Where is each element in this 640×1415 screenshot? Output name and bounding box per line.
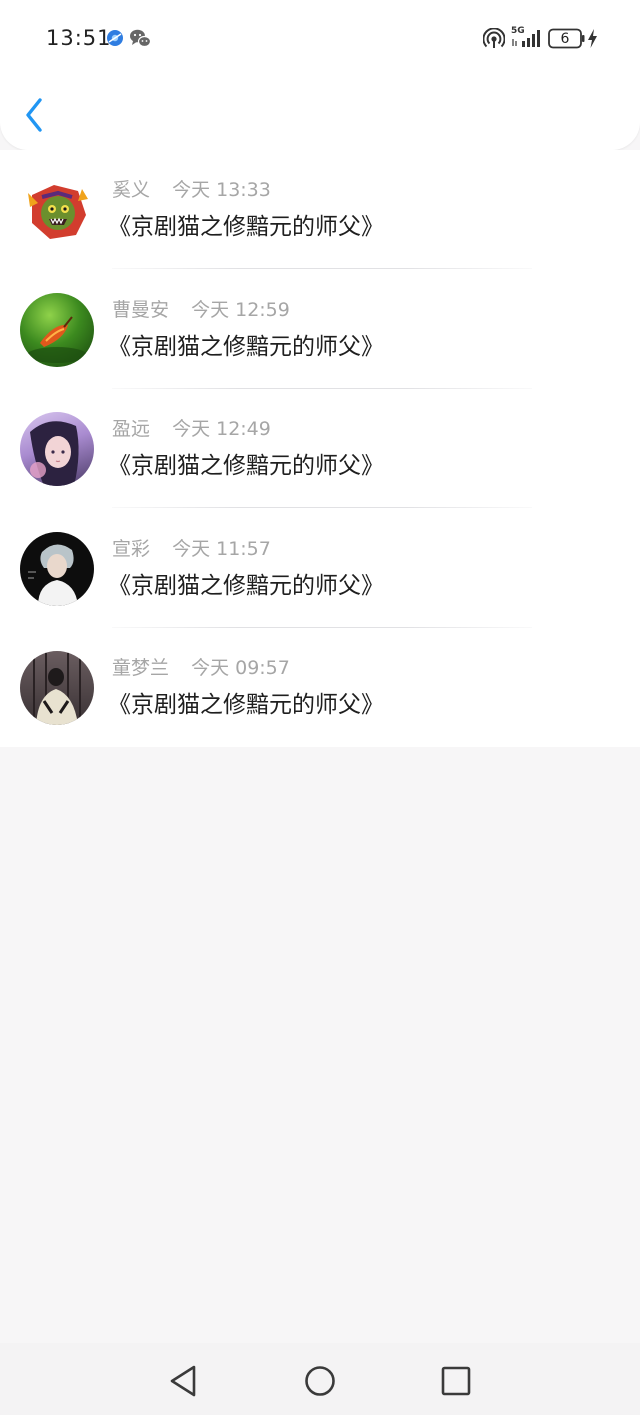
green-nature-avatar[interactable] <box>20 293 94 367</box>
back-button[interactable] <box>18 94 54 136</box>
person-photo-avatar[interactable] <box>20 532 94 606</box>
comment-text: 《京剧猫之修黯元的师父》 <box>108 453 384 479</box>
comment-time: 今天 12:59 <box>191 299 290 321</box>
comment-meta: 奚义 今天 13:33 <box>112 177 271 203</box>
comment-time: 今天 12:49 <box>172 418 271 440</box>
charging-icon <box>588 29 597 48</box>
wechat-icon <box>130 29 152 48</box>
comment-text: 《京剧猫之修黯元的师父》 <box>108 214 384 240</box>
recents-square-icon[interactable] <box>434 1361 478 1401</box>
divider <box>112 507 532 508</box>
list-item[interactable]: 奚义 今天 13:33 《京剧猫之修黯元的师父》 <box>0 150 640 269</box>
screen: 13:51 5G 6 奚义 今天 13:33 《京剧猫之修黯元的师父》 曹曼安 … <box>0 0 640 1415</box>
hotspot-icon <box>483 28 505 48</box>
list-item[interactable]: 盈远 今天 12:49 《京剧猫之修黯元的师父》 <box>0 389 640 508</box>
list-item[interactable]: 宣彩 今天 11:57 《京剧猫之修黯元的师父》 <box>0 509 640 628</box>
comment-meta: 盈远 今天 12:49 <box>112 416 271 442</box>
comment-time: 今天 13:33 <box>172 179 271 201</box>
comment-meta: 宣彩 今天 11:57 <box>112 536 271 562</box>
comment-text: 《京剧猫之修黯元的师父》 <box>108 334 384 360</box>
list-item[interactable]: 童梦兰 今天 09:57 《京剧猫之修黯元的师父》 <box>0 628 640 747</box>
header-card: 13:51 5G 6 <box>0 0 640 150</box>
user-name[interactable]: 童梦兰 <box>112 657 169 679</box>
user-name[interactable]: 宣彩 <box>112 538 150 560</box>
comment-time: 今天 11:57 <box>172 538 271 560</box>
system-nav-bar <box>0 1343 640 1415</box>
comment-text: 《京剧猫之修黯元的师父》 <box>108 573 384 599</box>
status-bar: 13:51 5G 6 <box>0 0 640 76</box>
comment-time: 今天 09:57 <box>191 657 290 679</box>
browser-app-icon <box>107 30 123 46</box>
anime-girl-avatar[interactable] <box>20 412 94 486</box>
home-circle-icon[interactable] <box>298 1361 342 1401</box>
comment-text: 《京剧猫之修黯元的师父》 <box>108 692 384 718</box>
user-name[interactable]: 奚义 <box>112 179 150 201</box>
list-item[interactable]: 曹曼安 今天 12:59 《京剧猫之修黯元的师父》 <box>0 270 640 389</box>
user-name[interactable]: 曹曼安 <box>112 299 169 321</box>
signal-icon <box>512 30 540 47</box>
divider <box>112 268 532 269</box>
user-name[interactable]: 盈远 <box>112 418 150 440</box>
battery-level: 6 <box>560 31 570 47</box>
dark-photo-avatar[interactable] <box>20 651 94 725</box>
comment-meta: 童梦兰 今天 09:57 <box>112 655 290 681</box>
cartoon-monster-avatar[interactable] <box>20 173 94 247</box>
back-triangle-icon[interactable] <box>160 1361 204 1401</box>
status-time: 13:51 <box>46 26 112 50</box>
comment-list: 奚义 今天 13:33 《京剧猫之修黯元的师父》 曹曼安 今天 12:59 《京… <box>0 150 640 747</box>
comment-meta: 曹曼安 今天 12:59 <box>112 297 290 323</box>
